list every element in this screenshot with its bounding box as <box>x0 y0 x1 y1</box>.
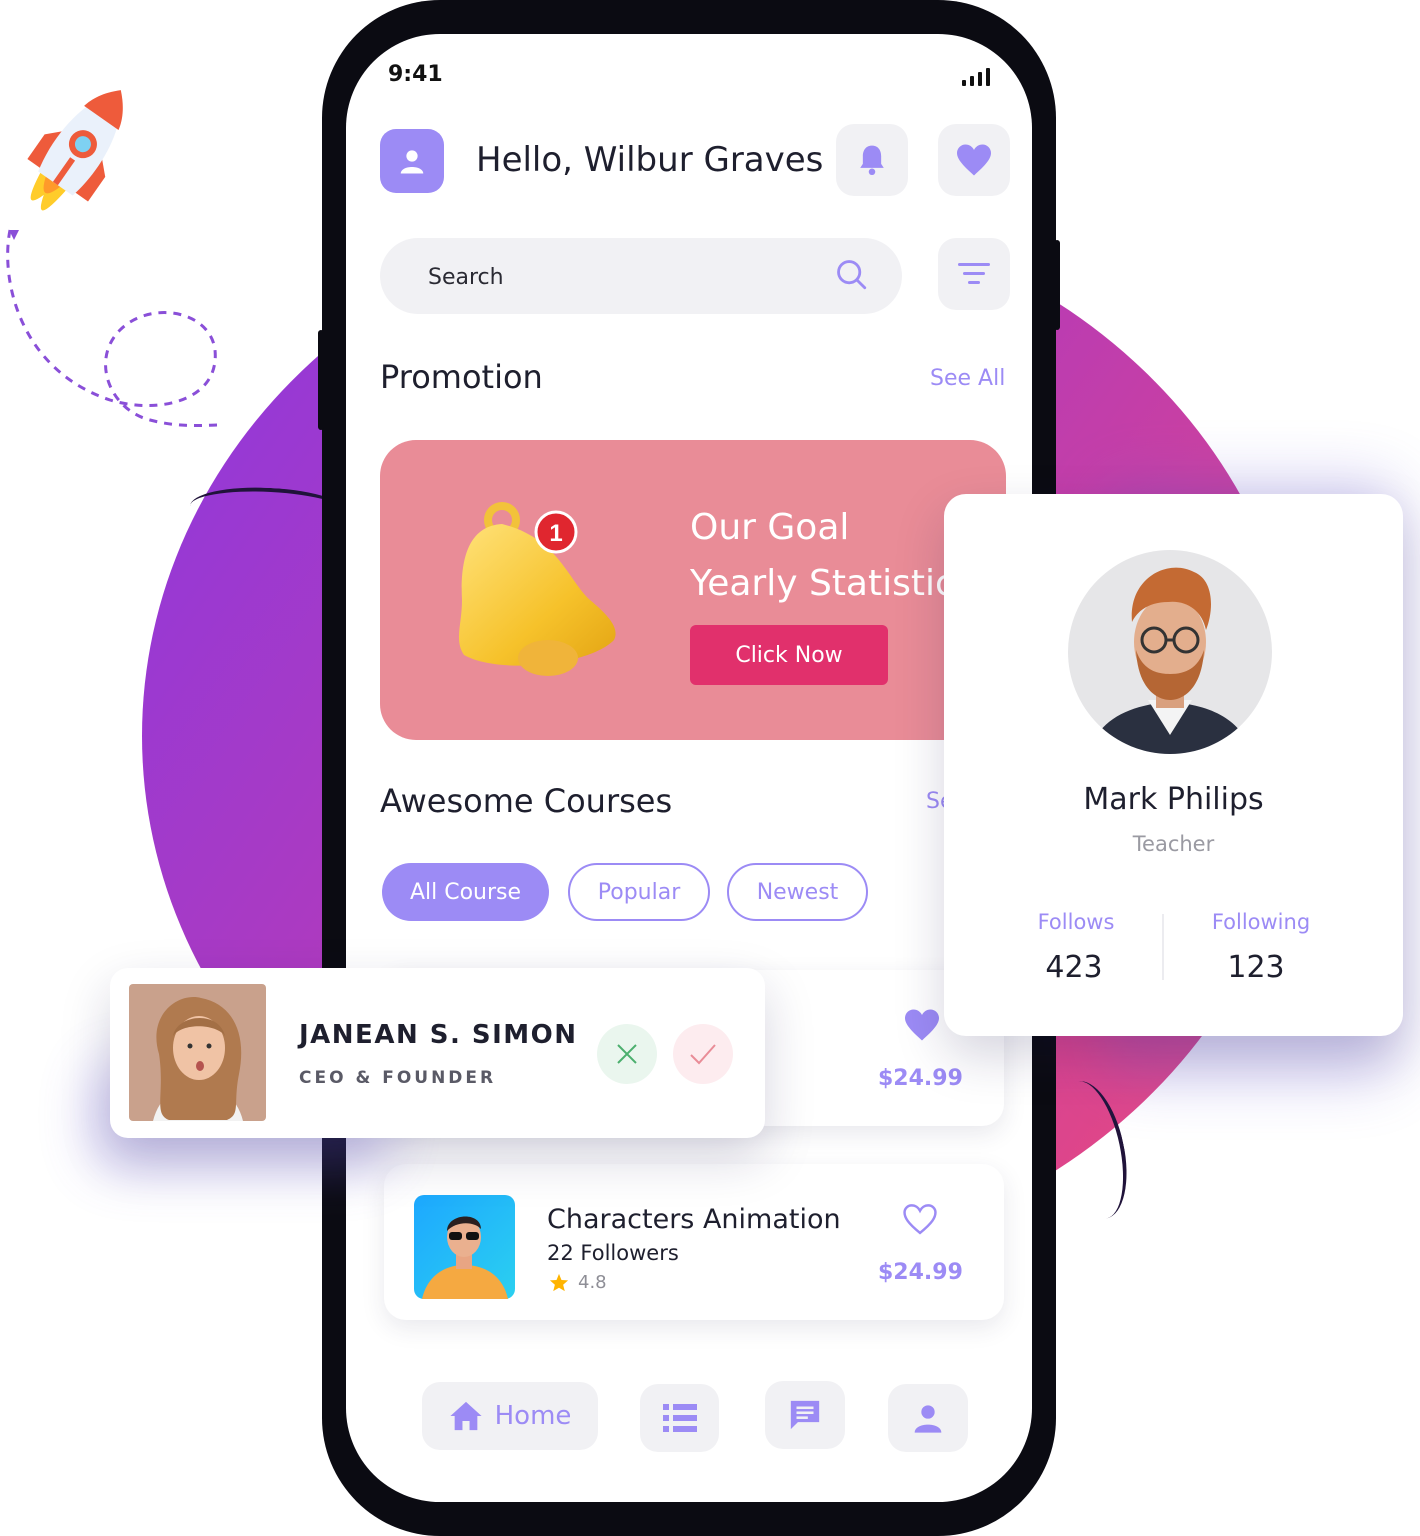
bell-icon <box>860 145 884 176</box>
nav-profile[interactable] <box>888 1384 968 1452</box>
greeting-title: Hello, Wilbur Graves <box>476 140 824 180</box>
nav-list[interactable] <box>640 1384 719 1452</box>
courses-title: Awesome Courses <box>380 782 673 820</box>
phone-side-button <box>1054 240 1060 330</box>
course-price: $24.99 <box>878 1260 963 1285</box>
heart-filled-icon[interactable] <box>902 1008 942 1042</box>
course-rating: 4.8 <box>578 1272 607 1293</box>
search-bar <box>380 238 902 314</box>
follows-label: Follows <box>1037 910 1115 934</box>
message-icon <box>790 1400 820 1430</box>
follows-count: 423 <box>1045 950 1103 985</box>
status-time: 9:41 <box>388 62 443 87</box>
user-icon <box>400 150 424 174</box>
filter-chip-newest[interactable]: Newest <box>727 863 868 921</box>
person-photo <box>129 984 266 1121</box>
nav-home[interactable]: Home <box>422 1382 598 1450</box>
heart-icon <box>957 144 991 176</box>
teacher-role: Teacher <box>1132 832 1215 856</box>
filter-icon <box>958 263 990 284</box>
checkmark-icon <box>690 1044 716 1065</box>
filter-button[interactable] <box>938 238 1010 310</box>
nav-home-label: Home <box>494 1401 572 1431</box>
course-price: $24.99 <box>878 1066 963 1091</box>
bell-illustration: 1 <box>458 502 616 676</box>
rocket-illustration <box>6 90 221 428</box>
course-thumbnail <box>414 1195 515 1299</box>
teacher-avatar <box>1068 550 1272 754</box>
heart-outline-icon[interactable] <box>900 1202 940 1236</box>
course-title: Characters Animation <box>547 1204 841 1235</box>
person-title: CEO & FOUNDER <box>299 1068 497 1088</box>
teacher-name: Mark Philips <box>1083 782 1264 817</box>
reject-button[interactable] <box>597 1024 657 1084</box>
following-count: 123 <box>1227 950 1285 985</box>
search-input[interactable] <box>426 260 810 294</box>
signal-icon <box>962 68 990 86</box>
home-icon <box>450 1401 482 1431</box>
star-icon <box>549 1273 569 1292</box>
phone-side-button <box>318 330 324 430</box>
promotion-title: Promotion <box>380 358 543 396</box>
filter-chip-popular[interactable]: Popular <box>568 863 710 921</box>
list-icon <box>662 1404 697 1432</box>
person-name: JANEAN S. SIMON <box>299 1020 578 1050</box>
notifications-button[interactable] <box>836 124 908 196</box>
click-now-button[interactable]: Click Now <box>690 625 888 685</box>
favorites-button[interactable] <box>938 124 1010 196</box>
search-icon[interactable] <box>835 258 869 292</box>
course-followers: 22 Followers <box>547 1241 679 1265</box>
user-icon <box>914 1405 942 1433</box>
filter-chip-all-course[interactable]: All Course <box>382 863 549 921</box>
notification-badge: 1 <box>549 520 562 547</box>
close-icon <box>617 1044 637 1064</box>
promotion-banner-title: Our Goal Yearly Statistics <box>690 507 974 604</box>
following-label: Following <box>1211 910 1311 934</box>
nav-messages[interactable] <box>765 1381 845 1449</box>
promotion-see-all-link[interactable]: See All <box>930 366 1005 391</box>
accept-button[interactable] <box>673 1024 733 1084</box>
user-avatar-button[interactable] <box>380 129 444 193</box>
stats-divider <box>1162 914 1164 980</box>
